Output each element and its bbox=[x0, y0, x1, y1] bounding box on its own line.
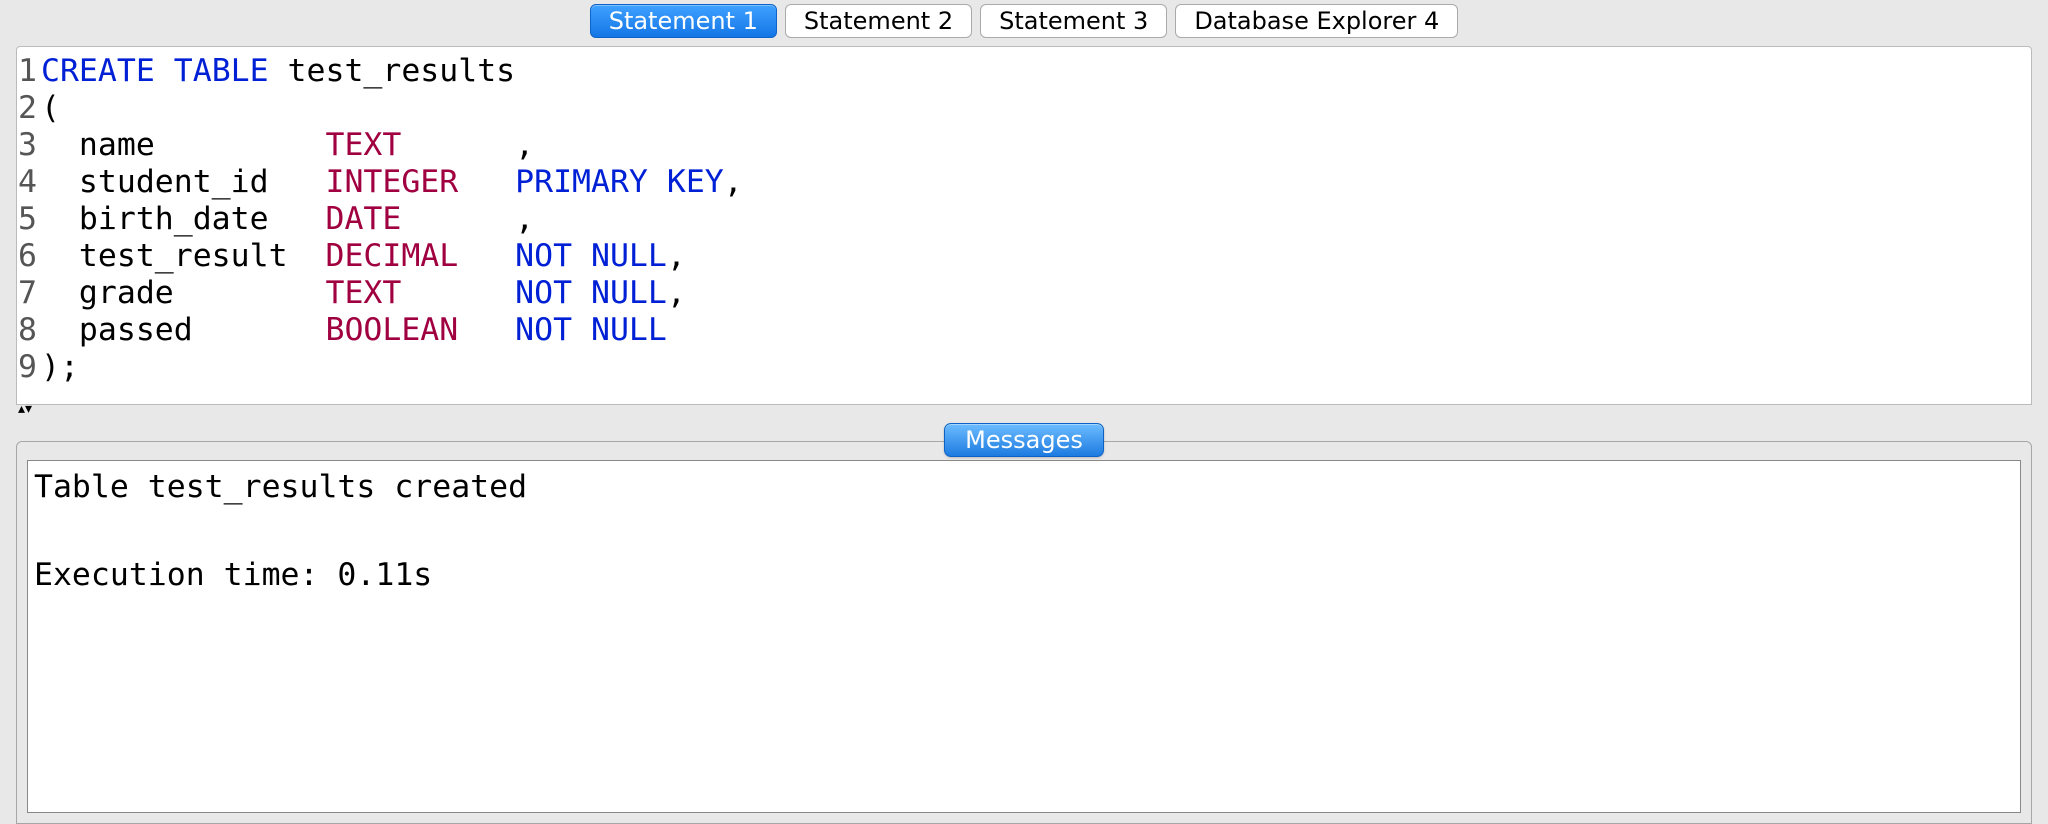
messages-output[interactable]: Table test_results created Execution tim… bbox=[27, 460, 2021, 813]
editor-tab-bar: Statement 1 Statement 2 Statement 3 Data… bbox=[0, 0, 2048, 42]
messages-section: Messages Table test_results created Exec… bbox=[16, 423, 2032, 824]
line-number: 3 bbox=[17, 127, 39, 164]
messages-tab-row: Messages bbox=[16, 423, 2032, 457]
line-number: 6 bbox=[17, 238, 39, 275]
sql-code[interactable]: CREATE TABLE test_results ( name TEXT , … bbox=[41, 53, 2031, 386]
line-number: 2 bbox=[17, 90, 39, 127]
line-number: 4 bbox=[17, 164, 39, 201]
tab-statement-1[interactable]: Statement 1 bbox=[590, 4, 777, 38]
line-number: 7 bbox=[17, 275, 39, 312]
line-number: 1 bbox=[17, 53, 39, 90]
app-root: Statement 1 Statement 2 Statement 3 Data… bbox=[0, 0, 2048, 824]
line-number: 9 bbox=[17, 349, 39, 386]
line-number: 5 bbox=[17, 201, 39, 238]
tab-statement-3[interactable]: Statement 3 bbox=[980, 4, 1167, 38]
tab-messages[interactable]: Messages bbox=[944, 423, 1104, 457]
line-number-gutter: 1 2 3 4 5 6 7 8 9 bbox=[17, 53, 41, 386]
tab-database-explorer-4[interactable]: Database Explorer 4 bbox=[1175, 4, 1458, 38]
splitter-handle[interactable]: ▴▾ bbox=[16, 405, 2032, 419]
editor-tabs: Statement 1 Statement 2 Statement 3 Data… bbox=[586, 4, 1463, 38]
tab-statement-2[interactable]: Statement 2 bbox=[785, 4, 972, 38]
sql-editor[interactable]: 1 2 3 4 5 6 7 8 9 CREATE TABLE test_resu… bbox=[17, 47, 2031, 404]
sql-editor-panel: 1 2 3 4 5 6 7 8 9 CREATE TABLE test_resu… bbox=[16, 46, 2032, 405]
line-number: 8 bbox=[17, 312, 39, 349]
messages-panel: Table test_results created Execution tim… bbox=[16, 441, 2032, 824]
